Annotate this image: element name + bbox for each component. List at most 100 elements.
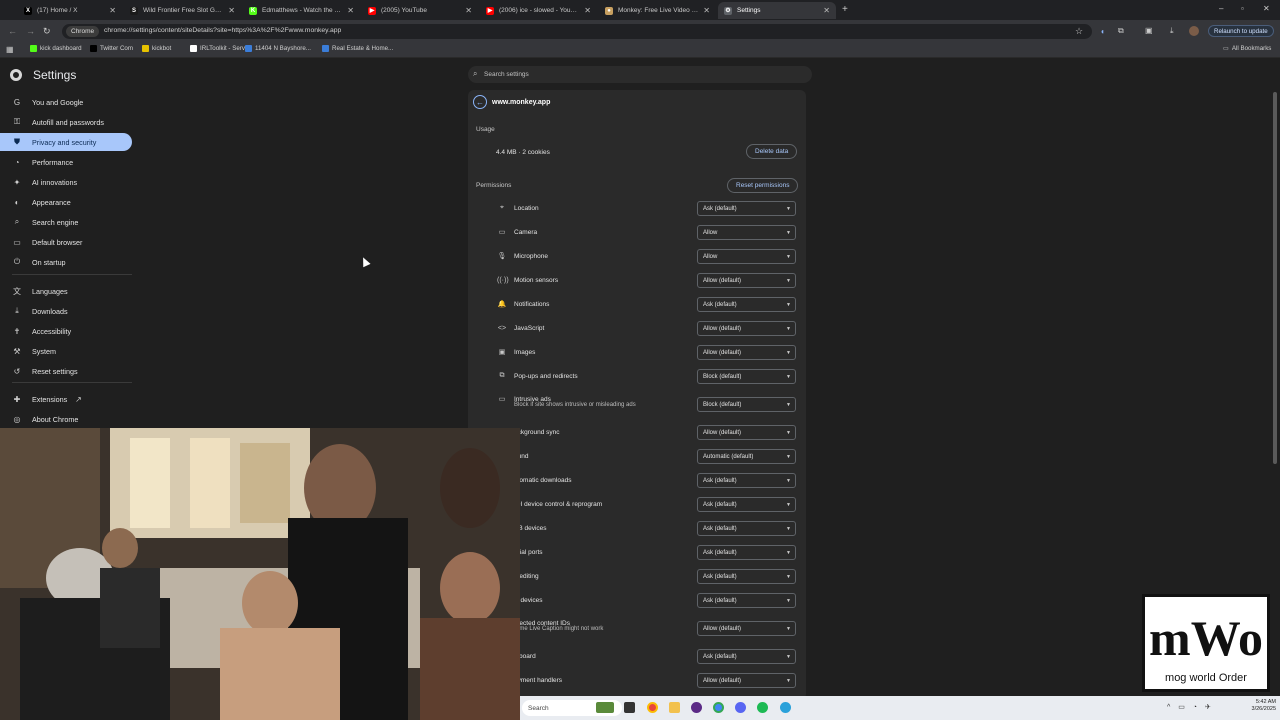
tab-0[interactable]: X (17) Home / X ✕ [18, 2, 122, 19]
permission-label: Location [514, 204, 539, 212]
nav-item-languages[interactable]: 文 Languages [0, 282, 132, 300]
permission-select[interactable]: Allow (default) ▼ [697, 345, 796, 360]
avatar[interactable] [1189, 26, 1199, 36]
back-arrow-icon[interactable]: ← [473, 95, 487, 109]
nav-item-you-and-google[interactable]: G You and Google [0, 93, 132, 111]
file-explorer-icon[interactable] [669, 702, 680, 713]
close-tab-icon[interactable]: ✕ [465, 6, 472, 15]
apps-icon[interactable]: ▦ [6, 45, 14, 54]
tab-3[interactable]: ▶ (2005) YouTube ✕ [362, 2, 478, 19]
permission-select[interactable]: Allow (default) ▼ [697, 673, 796, 688]
close-tab-icon[interactable]: ✕ [109, 6, 116, 15]
tab-1[interactable]: S Wild Frontier Free Slot Game b ✕ [124, 2, 241, 19]
url-text[interactable]: chrome://settings/content/siteDetails?si… [104, 27, 341, 34]
permission-select-value: Ask (default) [703, 525, 737, 532]
delete-data-button[interactable]: Delete data [746, 144, 798, 159]
nav-item-ai-innovations[interactable]: ✦ AI innovations [0, 173, 132, 191]
permission-select[interactable]: Ask (default) ▼ [697, 569, 796, 584]
permission-row: ▭ Camera [497, 225, 537, 239]
permission-select[interactable]: Allow (default) ▼ [697, 273, 796, 288]
scrollbar[interactable] [1273, 92, 1277, 464]
nav-item-system[interactable]: ⚒ System [0, 342, 132, 360]
permission-select[interactable]: Ask (default) ▼ [697, 593, 796, 608]
relaunch-button[interactable]: Relaunch to update [1208, 25, 1274, 37]
nav-item-about-chrome[interactable]: ◎ About Chrome [0, 410, 132, 428]
close-tab-icon[interactable]: ✕ [703, 6, 710, 15]
reset-permissions-button[interactable]: Reset permissions [727, 178, 799, 193]
sidepanel-icon[interactable]: ▣ [1145, 26, 1153, 35]
close-tab-icon[interactable]: ✕ [823, 6, 830, 15]
chrome-taskbar-icon[interactable] [647, 702, 658, 713]
gear-icon: ⚙ [724, 6, 732, 15]
extensions-puzzle-icon[interactable]: ⧉ [1118, 26, 1124, 36]
permission-select[interactable]: Ask (default) ▼ [697, 521, 796, 536]
permission-select[interactable]: Ask (default) ▼ [697, 497, 796, 512]
nav-item-privacy-and-security[interactable]: ⛊ Privacy and security [0, 133, 132, 151]
permission-sublabel: Block if site shows intrusive or mislead… [514, 402, 636, 408]
permission-select[interactable]: Automatic (default) ▼ [697, 449, 796, 464]
bookmark-item[interactable]: 11404 N Bayshore... [245, 45, 311, 52]
all-bookmarks[interactable]: ▭ All Bookmarks [1223, 45, 1271, 52]
nav-item-label: Search engine [32, 217, 79, 227]
permission-select[interactable]: Ask (default) ▼ [697, 545, 796, 560]
bookmark-item[interactable]: IRLToolkit - Server [190, 45, 250, 52]
permission-select[interactable]: Allow (default) ▼ [697, 425, 796, 440]
page-title: Settings [33, 68, 77, 82]
reload-icon[interactable]: ↻ [43, 26, 51, 37]
nav-item-default-browser[interactable]: ▭ Default browser [0, 233, 132, 251]
tab-2[interactable]: K Edmatthews - Watch the VOD ✕ [243, 2, 360, 19]
widgets-icon[interactable] [596, 702, 614, 713]
nav-item-downloads[interactable]: ⤓ Downloads [0, 302, 132, 320]
nav-item-on-startup[interactable]: ⏻ On startup [0, 253, 132, 271]
telegram-icon[interactable] [780, 702, 791, 713]
bookmark-item[interactable]: Twitter Com [90, 45, 133, 52]
media-icon[interactable] [691, 702, 702, 713]
tray-icons[interactable]: ^ ▭ ◔ ✈ [1167, 703, 1214, 711]
bookmark-item[interactable]: kickbot [142, 45, 171, 52]
close-tab-icon[interactable]: ✕ [347, 6, 354, 15]
permission-select[interactable]: Allow ▼ [697, 249, 796, 264]
permission-select[interactable]: Block (default) ▼ [697, 397, 796, 412]
bookmark-item[interactable]: Real Estate & Home... [322, 45, 393, 52]
nav-item-extensions[interactable]: ✚ Extensions ↗ [0, 390, 132, 408]
extension-icon[interactable]: ◖ [1100, 27, 1105, 36]
maximize-icon[interactable]: ▫ [1241, 4, 1244, 13]
permission-select[interactable]: Ask (default) ▼ [697, 473, 796, 488]
tab-5[interactable]: ● Monkey: Free Live Video Chat ✕ [599, 2, 716, 19]
clock[interactable]: 5:42 AM 3/26/2025 [1240, 699, 1276, 713]
discord-icon[interactable] [735, 702, 746, 713]
new-tab-icon[interactable]: + [842, 4, 848, 15]
permission-label: Images [514, 348, 536, 356]
back-icon[interactable]: ← [8, 26, 17, 36]
nav-item-performance[interactable]: ◔ Performance [0, 153, 132, 171]
nav-item-autofill-and-passwords[interactable]: ⚿ Autofill and passwords [0, 113, 132, 131]
chrome-alt-icon[interactable] [713, 702, 724, 713]
nav-item-label: You and Google [32, 97, 84, 107]
minimize-icon[interactable]: – [1219, 4, 1223, 13]
permission-select[interactable]: Ask (default) ▼ [697, 649, 796, 664]
permission-select[interactable]: Block (default) ▼ [697, 369, 796, 384]
tab-6[interactable]: ⚙ Settings ✕ [718, 2, 836, 19]
close-window-icon[interactable]: ✕ [1263, 4, 1270, 13]
spotify-icon[interactable] [757, 702, 768, 713]
permission-select[interactable]: Allow ▼ [697, 225, 796, 240]
bookmark-star-icon[interactable]: ☆ [1075, 26, 1083, 37]
close-tab-icon[interactable]: ✕ [228, 6, 235, 15]
download-icon[interactable]: ⤓ [1170, 26, 1174, 36]
nav-divider [12, 274, 132, 275]
forward-icon[interactable]: → [26, 26, 35, 36]
nav-item-accessibility[interactable]: ✝ Accessibility [0, 322, 132, 340]
bookmark-item[interactable]: kick dashboard [30, 45, 82, 52]
nav-item-reset-settings[interactable]: ↺ Reset settings [0, 362, 132, 380]
permission-select[interactable]: Ask (default) ▼ [697, 201, 796, 216]
nav-item-appearance[interactable]: ◐ Appearance [0, 193, 132, 211]
close-tab-icon[interactable]: ✕ [584, 6, 591, 15]
permission-select[interactable]: Ask (default) ▼ [697, 297, 796, 312]
tab-4[interactable]: ▶ (2006) ice - slowed - YouTube ✕ [480, 2, 597, 19]
permission-select[interactable]: Allow (default) ▼ [697, 621, 796, 636]
chevron-down-icon: ▼ [786, 574, 791, 580]
task-view-icon[interactable] [624, 702, 635, 713]
chevron-down-icon: ▼ [786, 430, 791, 436]
nav-item-search-engine[interactable]: ⌕ Search engine [0, 213, 132, 231]
permission-select[interactable]: Allow (default) ▼ [697, 321, 796, 336]
